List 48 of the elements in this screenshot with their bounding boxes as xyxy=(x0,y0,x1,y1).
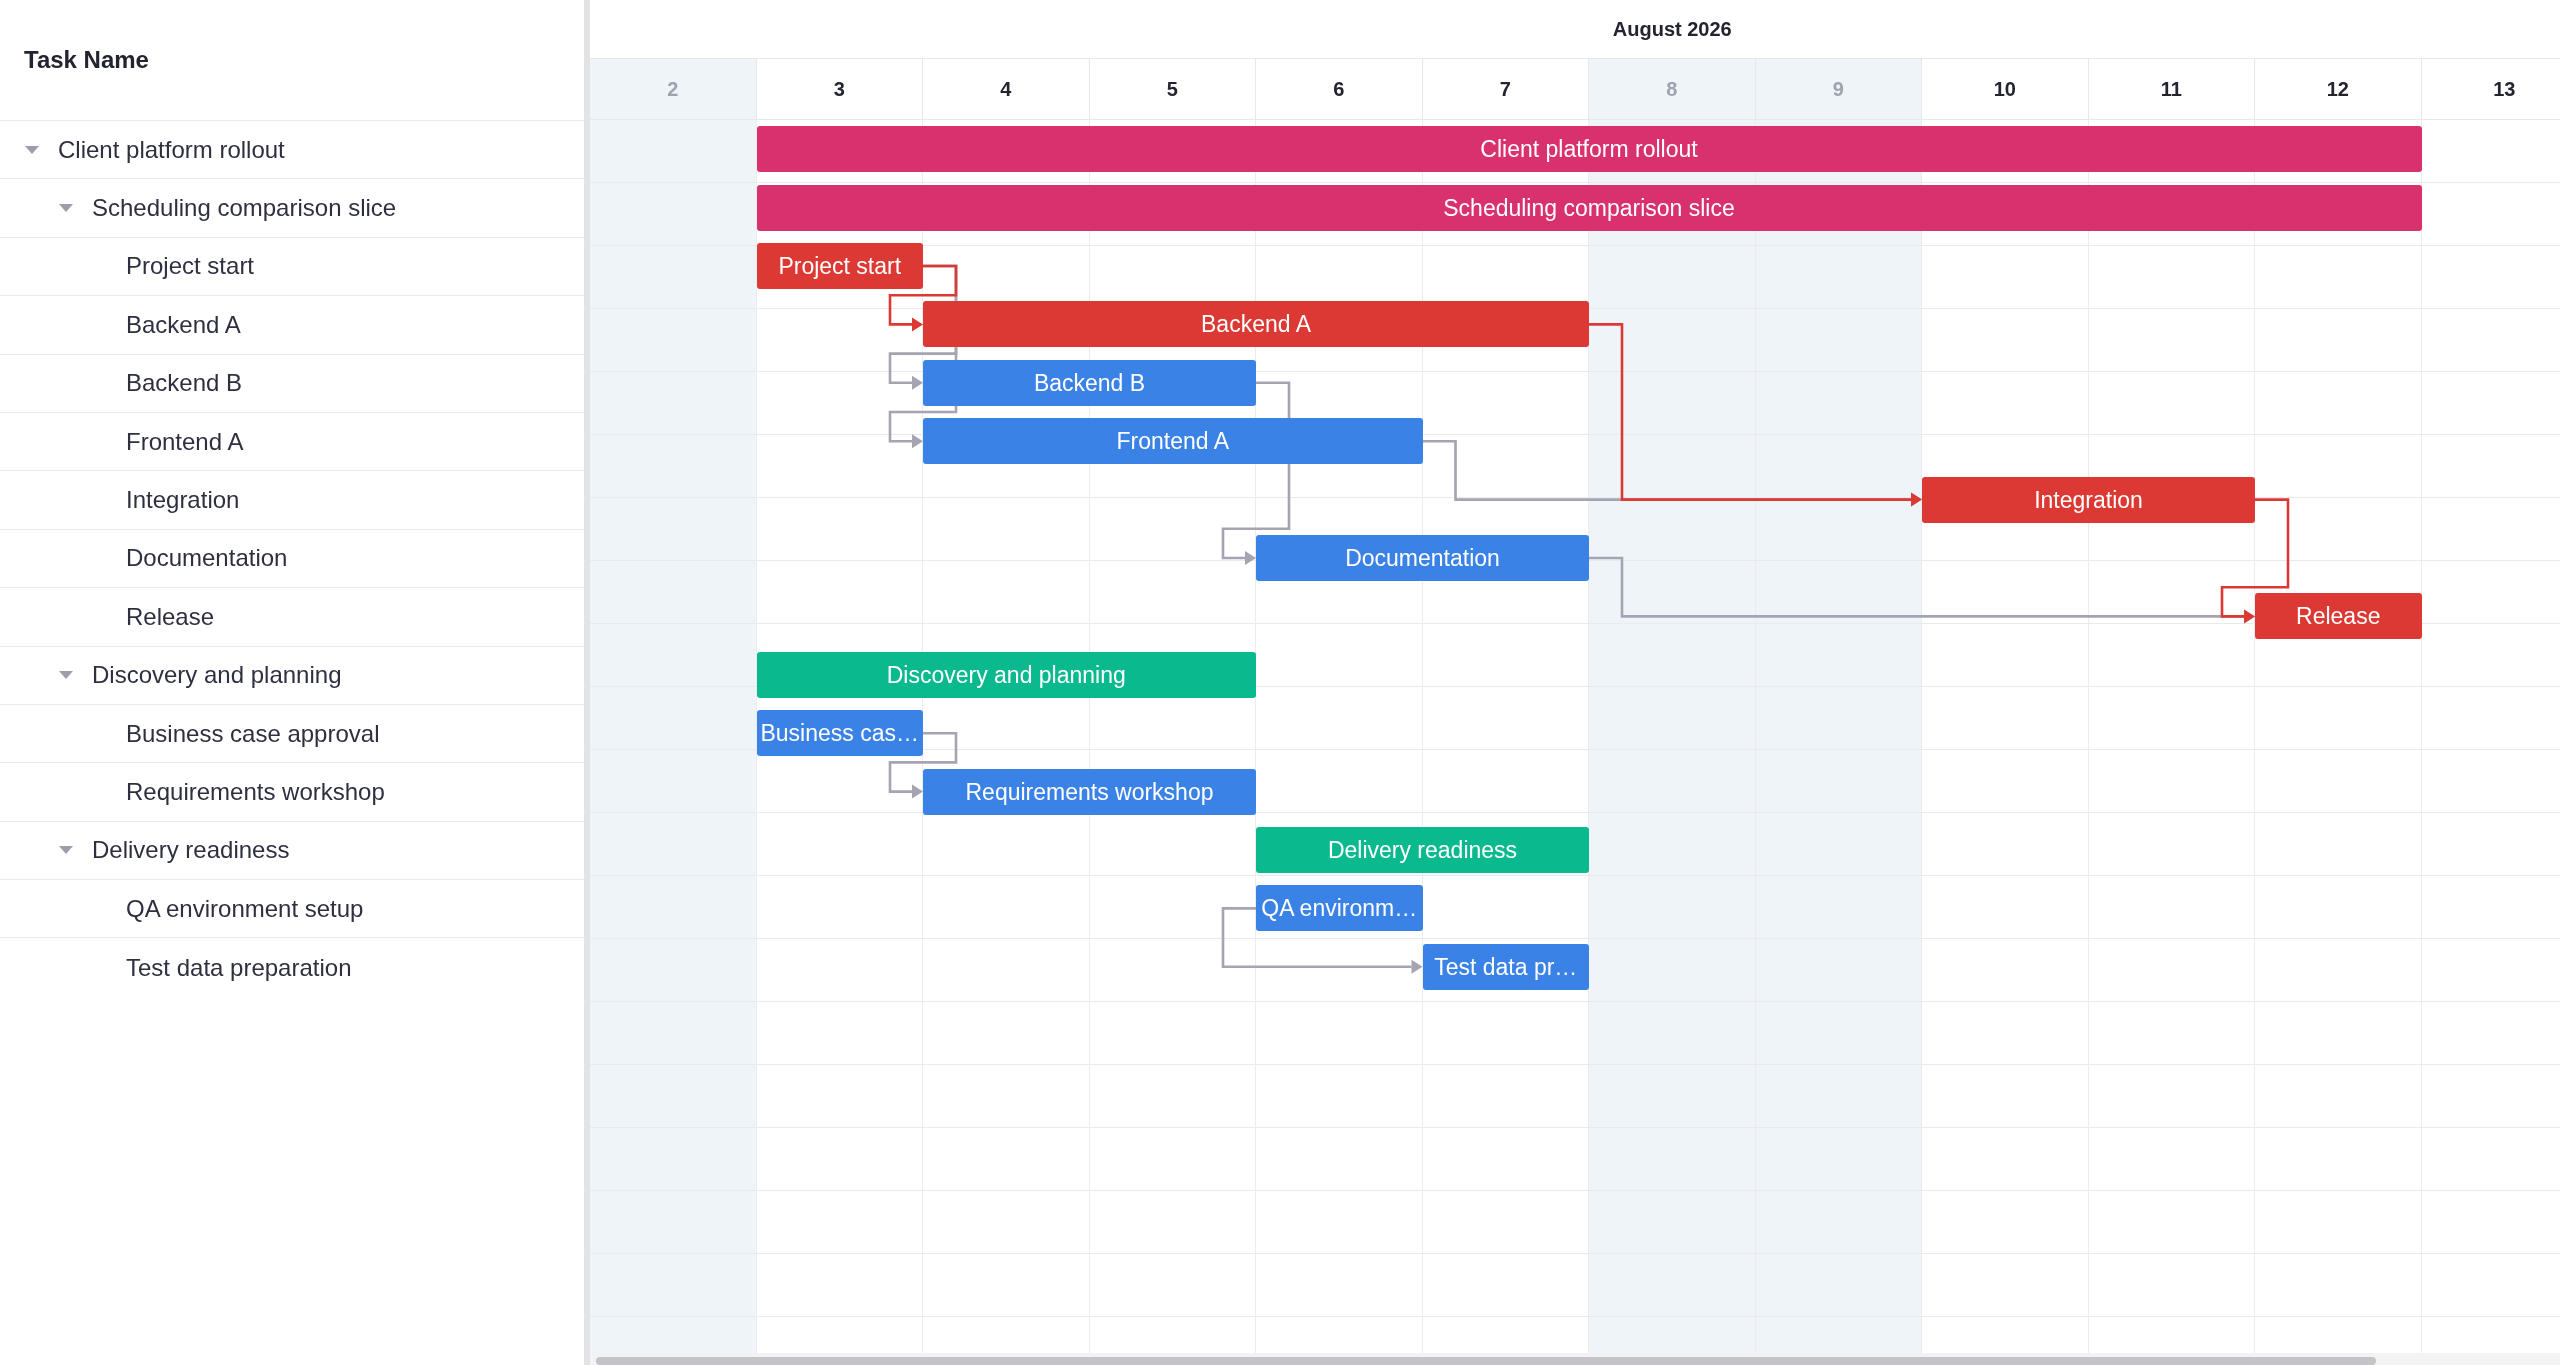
task-name: Delivery readiness xyxy=(92,836,290,865)
task-name: Project start xyxy=(126,252,255,281)
task-bar[interactable]: Delivery readiness xyxy=(1256,827,1589,873)
task-bar[interactable]: Backend B xyxy=(923,359,1256,406)
task-bar[interactable]: Integration xyxy=(1922,476,2255,523)
scrollbar-thumb[interactable] xyxy=(596,1357,2376,1365)
task-name: Business case approval xyxy=(126,719,380,748)
task-name: Release xyxy=(126,602,215,631)
task-bar[interactable]: Requirements workshop xyxy=(923,768,1256,815)
day-header: 10 xyxy=(1922,59,2089,119)
day-header: 4 xyxy=(923,59,1090,119)
task-bar[interactable]: Backend A xyxy=(923,301,1589,348)
task-bar[interactable]: Frontend A xyxy=(923,418,1423,465)
day-header: 6 xyxy=(1256,59,1423,119)
task-name: Requirements workshop xyxy=(126,778,385,806)
task-name: Client platform rollout xyxy=(58,135,285,164)
task-name: Documentation xyxy=(126,544,288,573)
task-name: QA environment setup xyxy=(126,894,364,923)
caret-icon[interactable] xyxy=(25,145,39,154)
day-header: 2 xyxy=(590,59,757,119)
task-bar[interactable]: Test data pr… xyxy=(1422,943,1589,990)
task-name: Backend A xyxy=(126,310,241,339)
task-bar[interactable]: Client platform rollout xyxy=(756,126,2422,173)
task-name: Scheduling comparison slice xyxy=(92,194,397,223)
task-name: Discovery and planning xyxy=(92,661,342,690)
task-bar[interactable]: Business cas… xyxy=(756,710,923,757)
day-header: 13 xyxy=(2421,59,2560,119)
day-header: 9 xyxy=(1755,59,1922,119)
task-bar[interactable]: Documentation xyxy=(1256,535,1589,581)
month-label: August 2026 xyxy=(1612,17,1732,41)
column-header: Task Name xyxy=(24,46,149,74)
task-bar[interactable]: QA environm… xyxy=(1256,885,1423,932)
day-header: 8 xyxy=(1589,59,1756,119)
day-header: 5 xyxy=(1089,59,1256,119)
day-header: 3 xyxy=(756,59,923,119)
day-header: 12 xyxy=(2255,59,2422,119)
task-bar[interactable]: Discovery and planning xyxy=(756,651,1256,698)
caret-icon[interactable] xyxy=(59,671,73,680)
caret-icon[interactable] xyxy=(59,846,73,855)
task-bar[interactable]: Project start xyxy=(756,243,923,289)
task-name: Frontend A xyxy=(126,427,244,456)
day-header: 11 xyxy=(2088,59,2255,119)
task-name: Integration xyxy=(126,486,240,515)
task-name: Test data preparation xyxy=(126,953,352,982)
caret-icon[interactable] xyxy=(59,204,73,213)
task-bar[interactable]: Release xyxy=(2255,593,2422,640)
task-bar[interactable]: Scheduling comparison slice xyxy=(756,184,2422,231)
task-name: Backend B xyxy=(126,369,243,398)
